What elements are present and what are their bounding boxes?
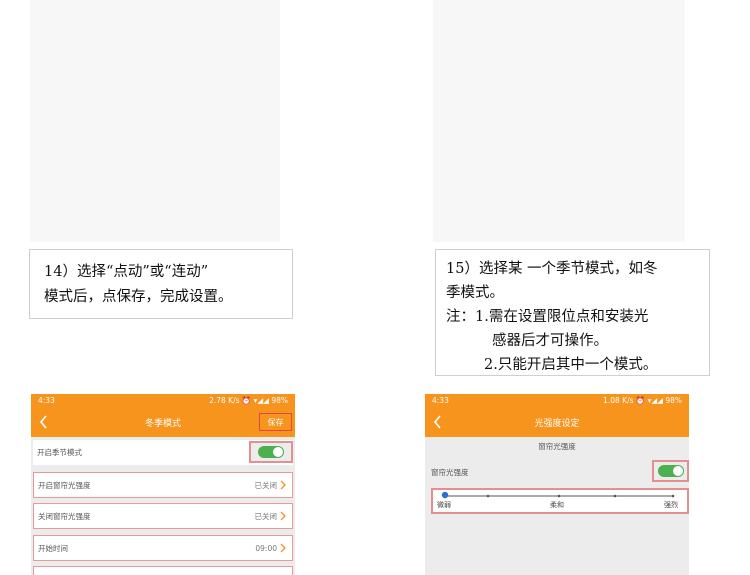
next-setting-row[interactable] — [33, 566, 293, 575]
close-light-value: 已关闭 — [254, 511, 278, 521]
back-arrow-icon[interactable] — [39, 415, 48, 429]
open-light-row[interactable]: 开启窗帘光强度 已关闭 — [33, 472, 293, 498]
page-title: 光强度设定 — [534, 418, 580, 429]
status-time: 4:33 — [38, 396, 55, 405]
slider-label-soft: 柔和 — [550, 501, 564, 509]
status-bar: 4:33 1.08 K/s ⏰ ▾◢◢ 98% — [425, 394, 689, 407]
section-header: 窗帘光强度 — [538, 442, 576, 451]
light-intensity-toggle[interactable] — [657, 465, 684, 477]
page-title: 冬季模式 — [144, 418, 181, 429]
close-light-label: 关闭窗帘光强度 — [38, 511, 91, 521]
start-time-value: 09:00 — [255, 543, 277, 553]
app-bar: 光强度设定 — [425, 407, 689, 437]
app-bar: 冬季模式 保存 — [31, 407, 295, 437]
step-15-note-line-3: 2.只能开启其中一个模式。 — [484, 357, 658, 373]
slider-thumb — [441, 491, 449, 499]
status-indicators: 1.08 K/s ⏰ ▾◢◢ 98% — [603, 396, 682, 405]
save-button[interactable]: 保存 — [259, 413, 292, 431]
start-time-label: 开始时间 — [38, 543, 68, 553]
intensity-slider-box: 微弱 柔和 强烈 — [431, 488, 689, 514]
light-intensity-screen: 4:33 1.08 K/s ⏰ ▾◢◢ 98% 光强度设定 窗帘光强度 窗帘光强… — [425, 394, 689, 575]
slider-label-strong: 强烈 — [664, 501, 678, 509]
screenshot-placeholder-right — [433, 0, 685, 242]
step-14-line-2: 模式后，点保存，完成设置。 — [44, 289, 233, 305]
season-mode-toggle[interactable] — [258, 446, 284, 458]
close-light-row[interactable]: 关闭窗帘光强度 已关闭 — [33, 503, 293, 529]
season-mode-label: 开启季节模式 — [37, 448, 82, 457]
winter-mode-screen: 4:33 2.78 K/s ⏰ ▾◢◢ 98% 冬季模式 保存 开启季节模式 开… — [31, 394, 295, 575]
light-toggle-highlight — [652, 460, 689, 482]
status-time: 4:33 — [432, 396, 449, 405]
open-light-value: 已关闭 — [254, 480, 278, 490]
step-14-caption: 14）选择“点动”或“连动” 模式后，点保存，完成设置。 — [29, 249, 293, 319]
start-time-row[interactable]: 开始时间 09:00 — [33, 535, 293, 561]
step-15-note-line-2: 感器后才可操作。 — [492, 333, 608, 349]
step-15-note-line-1: 注：1.需在设置限位点和安装光 — [446, 309, 649, 325]
step-14-line-1: 14）选择“点动”或“连动” — [44, 264, 209, 280]
status-bar: 4:33 2.78 K/s ⏰ ▾◢◢ 98% — [31, 394, 295, 407]
chevron-right-icon — [280, 480, 286, 490]
slider-label-weak: 微弱 — [437, 501, 451, 509]
light-intensity-label: 窗帘光强度 — [431, 468, 469, 477]
step-15-line-2: 季模式。 — [446, 285, 504, 301]
screenshot-placeholder-left — [30, 0, 280, 242]
step-15-caption: 15）选择某 一个季节模式，如冬 季模式。 注：1.需在设置限位点和安装光 感器… — [435, 249, 710, 376]
step-15-line-1: 15）选择某 一个季节模式，如冬 — [446, 261, 658, 277]
chevron-right-icon — [280, 543, 286, 553]
back-arrow-icon[interactable] — [433, 415, 442, 429]
status-indicators: 2.78 K/s ⏰ ▾◢◢ 98% — [209, 396, 288, 405]
chevron-right-icon — [280, 511, 286, 521]
season-toggle-highlight — [249, 441, 293, 463]
open-light-label: 开启窗帘光强度 — [38, 480, 91, 490]
